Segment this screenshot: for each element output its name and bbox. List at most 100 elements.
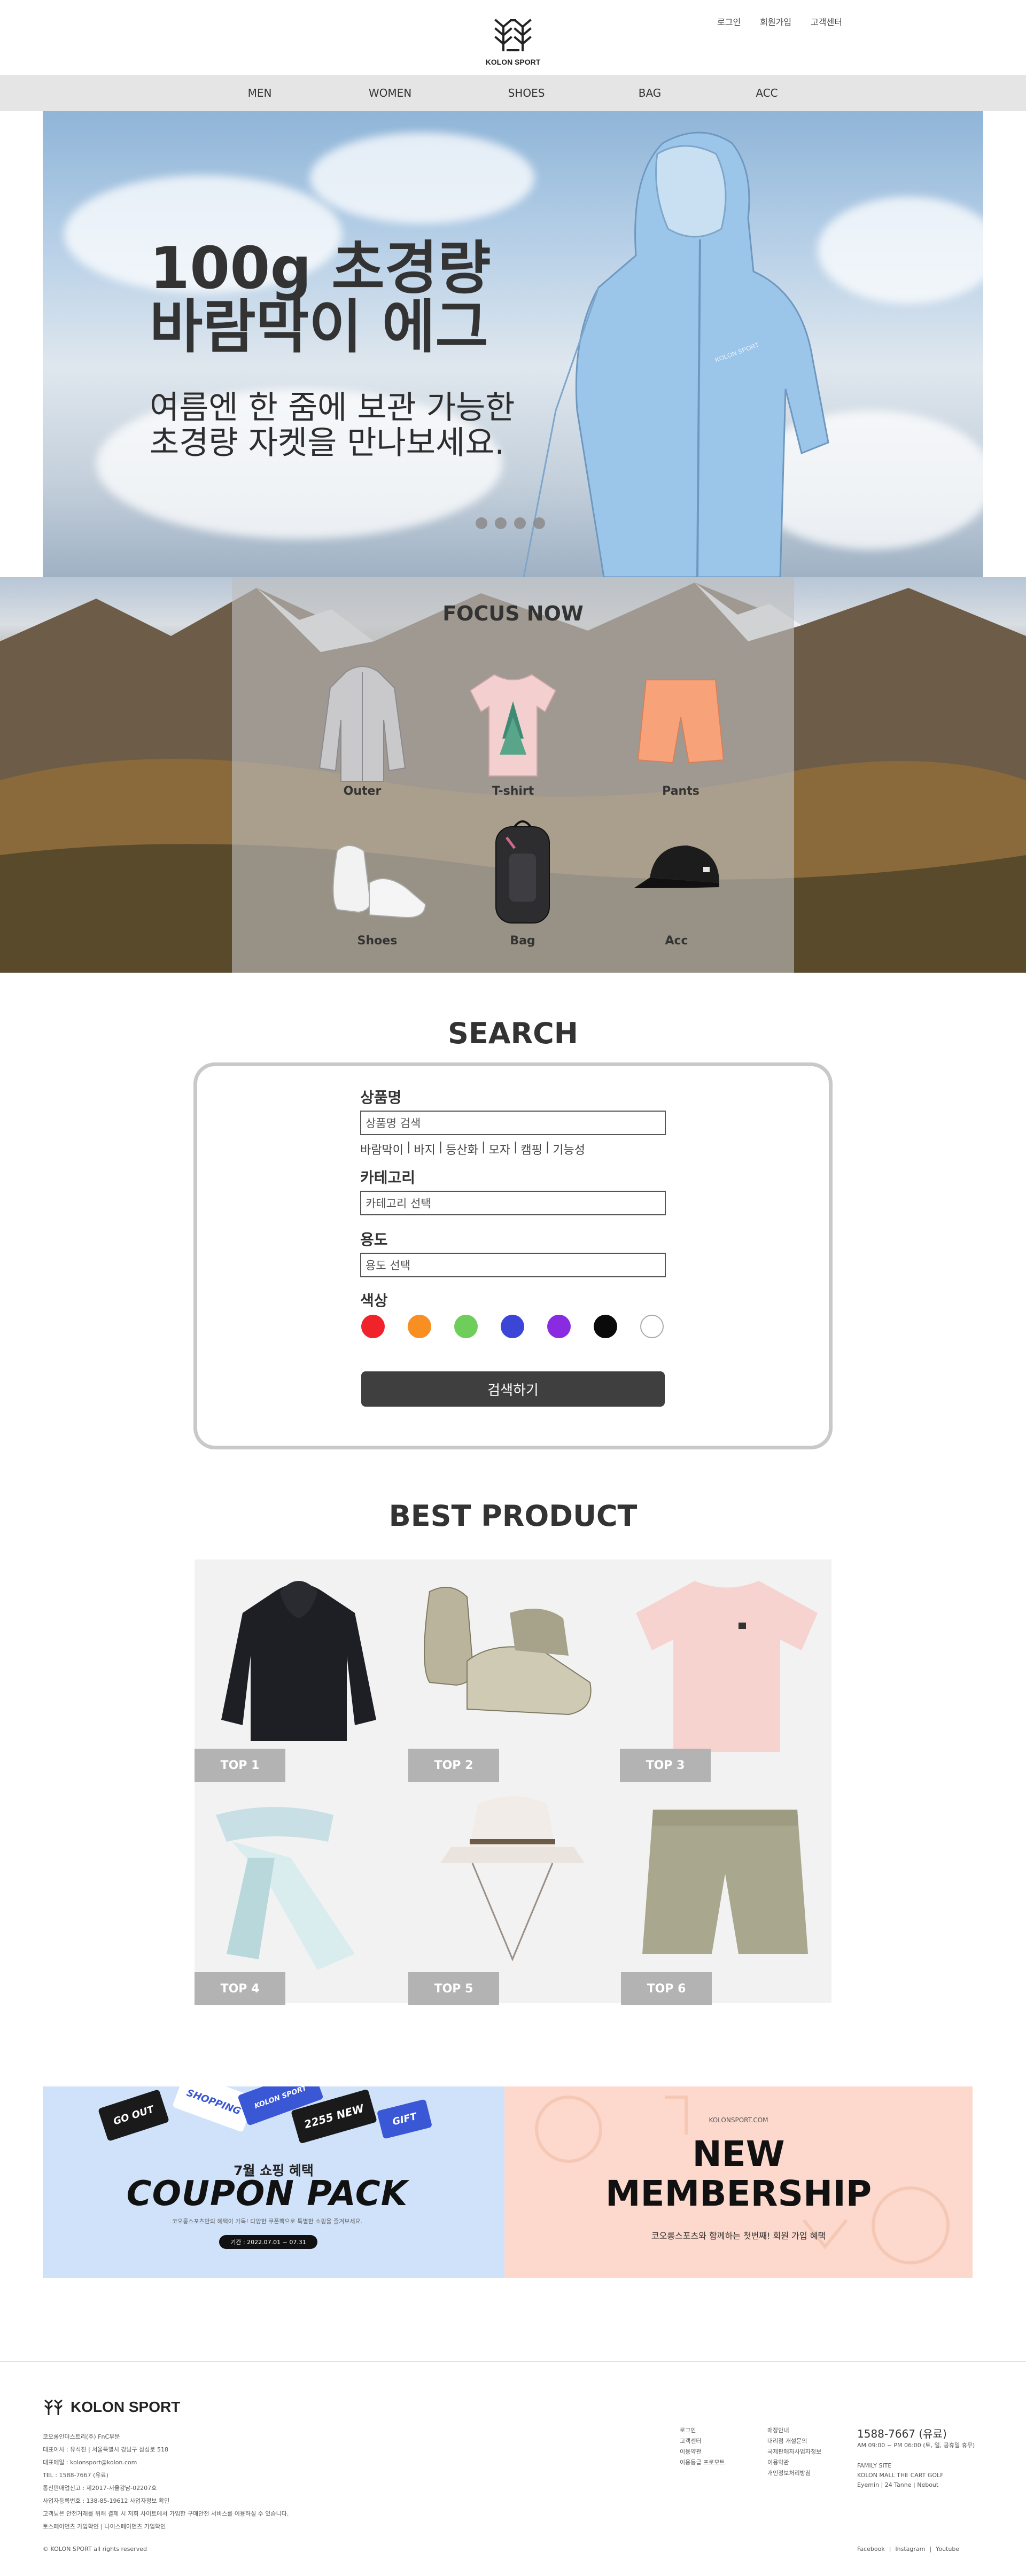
family-site-links[interactable]: Eyemin | 24 Tanne | Nebout: [857, 2481, 938, 2489]
cap-icon: [634, 845, 719, 888]
coupon-tag: GO OUT: [98, 2089, 169, 2142]
footer-link[interactable]: 매장안내: [767, 2425, 821, 2436]
color-swatch-red[interactable]: [361, 1315, 385, 1338]
color-swatch-blue[interactable]: [501, 1315, 524, 1338]
product-card[interactable]: TOP 1: [195, 1559, 403, 1782]
product-name-label: 상품명: [360, 1089, 402, 1106]
facebook-link[interactable]: Facebook: [857, 2545, 885, 2554]
best-product-title: BEST PRODUCT: [388, 1499, 638, 1533]
slide-dot[interactable]: [476, 517, 487, 529]
color-swatch-purple[interactable]: [547, 1315, 571, 1338]
footer-link[interactable]: 대리점 개설문의: [767, 2436, 821, 2447]
kolon-logo-icon: [494, 19, 532, 51]
color-label: 색상: [360, 1292, 388, 1309]
payment-verify-links[interactable]: 토스페이먼츠 가입확인 | 나이스페이먼츠 가입확인: [43, 2520, 363, 2533]
usage-label: 용도: [360, 1231, 388, 1248]
black-jacket-image: [221, 1581, 376, 1741]
coupon-tag: GIFT: [376, 2099, 433, 2139]
footer-link[interactable]: 국제판매자사업자정보: [767, 2447, 821, 2457]
footer-logo[interactable]: KOLON SPORT: [43, 2396, 180, 2418]
usage-select[interactable]: 용도 선택: [360, 1253, 666, 1277]
nav-men[interactable]: MEN: [248, 87, 272, 99]
family-site-title: FAMILY SITE: [857, 2462, 892, 2469]
copyright: © KOLON SPORT all rights reserved: [43, 2546, 147, 2552]
search-button[interactable]: 검색하기: [361, 1371, 665, 1407]
rank-badge: TOP 3: [620, 1749, 711, 1782]
rank-badge: TOP 1: [195, 1749, 285, 1782]
product-card[interactable]: TOP 2: [408, 1559, 617, 1782]
footer-link[interactable]: 이용약관: [680, 2447, 725, 2457]
color-swatch-black[interactable]: [594, 1315, 617, 1338]
signup-link[interactable]: 회원가입: [760, 15, 791, 28]
slide-dot[interactable]: [514, 517, 526, 529]
footer-link[interactable]: 이용약관: [767, 2457, 821, 2468]
focus-item-bag[interactable]: Bag: [469, 808, 576, 948]
scarf-image: [216, 1807, 355, 1970]
product-card[interactable]: TOP 4: [195, 1783, 403, 2005]
login-link[interactable]: 로그인: [717, 15, 741, 28]
tag-hat[interactable]: 모자: [488, 1140, 510, 1158]
focus-label: Outer: [343, 785, 382, 798]
footer-link[interactable]: 이용등급 프로모트: [680, 2457, 725, 2468]
backpack-icon: [495, 820, 550, 924]
hero-pagination: [476, 517, 545, 529]
coupon-title: COUPON PACK: [126, 2174, 408, 2214]
footer-logo-text: KOLON SPORT: [71, 2399, 181, 2415]
nav-shoes[interactable]: SHOES: [508, 87, 545, 99]
color-swatch-orange[interactable]: [408, 1315, 431, 1338]
focus-item-pants[interactable]: Pants: [627, 658, 734, 798]
pink-tshirt-image: [636, 1581, 818, 1752]
focus-label: Shoes: [357, 934, 398, 948]
footer-link[interactable]: 고객센터: [680, 2436, 725, 2447]
kolon-logo-icon: [44, 2399, 63, 2415]
category-label: 카테고리: [360, 1169, 416, 1186]
nav-women[interactable]: WOMEN: [369, 87, 411, 99]
shoes-icon: [332, 845, 426, 919]
family-site-link[interactable]: KOLON MALL THE CART GOLF: [857, 2471, 944, 2480]
tag-hiking-shoes[interactable]: 등산화: [446, 1140, 478, 1158]
focus-title: FOCUS NOW: [442, 602, 584, 625]
footer-links-2: 매장안내 대리점 개설문의 국제판매자사업자정보 이용약관 개인정보처리방침: [767, 2425, 821, 2479]
slide-dot[interactable]: [495, 517, 507, 529]
tag-functional[interactable]: 기능성: [553, 1140, 585, 1158]
site-logo[interactable]: KOLON SPORT: [481, 13, 545, 72]
company-info: 코오롱인더스트리(주) FnC부문 대표이사 : 유석진 | 서울특별시 강남구…: [43, 2431, 363, 2533]
color-swatch-green[interactable]: [454, 1315, 478, 1338]
category-select[interactable]: 카테고리 선택: [360, 1191, 666, 1215]
main-nav: MEN WOMEN SHOES BAG ACC: [0, 75, 1026, 111]
product-card[interactable]: TOP 5: [408, 1783, 617, 2005]
focus-label: T-shirt: [492, 785, 534, 798]
tag-pants[interactable]: 바지: [414, 1140, 435, 1158]
bucket-hat-image: [440, 1796, 585, 1961]
product-card[interactable]: TOP 3: [620, 1559, 828, 1782]
utility-nav: 로그인 회원가입 고객센터: [717, 15, 842, 28]
slide-dot[interactable]: [533, 517, 545, 529]
nav-bag[interactable]: BAG: [639, 87, 662, 99]
tag-camping[interactable]: 캠핑: [520, 1140, 542, 1158]
footer-link[interactable]: 개인정보처리방침: [767, 2468, 821, 2479]
product-card[interactable]: TOP 6: [621, 1783, 829, 2005]
product-name-input[interactable]: 상품명 검색: [360, 1111, 666, 1135]
focus-label: Bag: [510, 934, 535, 948]
nav-acc[interactable]: ACC: [756, 87, 778, 99]
tshirt-icon: [469, 673, 557, 777]
focus-item-tshirt[interactable]: T-shirt: [460, 658, 566, 798]
customer-center-link[interactable]: 고객센터: [811, 15, 842, 28]
focus-item-outer[interactable]: Outer: [309, 658, 416, 798]
business-hours: AM 09:00 ~ PM 06:00 (토, 일, 공휴일 휴무): [857, 2442, 975, 2449]
instagram-link[interactable]: Instagram: [895, 2545, 925, 2554]
membership-title: NEW MEMBERSHIP: [605, 2133, 872, 2214]
shorts-icon: [637, 679, 725, 764]
focus-item-shoes[interactable]: Shoes: [324, 808, 431, 948]
focus-item-acc[interactable]: Acc: [623, 808, 730, 948]
youtube-link[interactable]: Youtube: [936, 2545, 959, 2554]
coupon-description: 코오롱스포츠만의 혜택이 가득! 다양한 쿠폰팩으로 특별한 쇼핑을 즐겨보세요…: [172, 2218, 363, 2225]
social-links: Facebook | Instagram | Youtube: [857, 2545, 960, 2554]
footer-divider: [0, 2361, 1026, 2362]
footer-links-1: 로그인 고객센터 이용약관 이용등급 프로모트: [680, 2425, 725, 2468]
footer-link[interactable]: 로그인: [680, 2425, 725, 2436]
quick-tags: 바람막이 | 바지 | 등산화 | 모자 | 캠핑 | 기능성: [360, 1140, 585, 1158]
coupon-period: 기간 : 2022.07.01 ~ 07.31: [219, 2235, 317, 2249]
color-swatch-white[interactable]: [640, 1315, 664, 1338]
tag-windbreaker[interactable]: 바람막이: [360, 1140, 403, 1158]
